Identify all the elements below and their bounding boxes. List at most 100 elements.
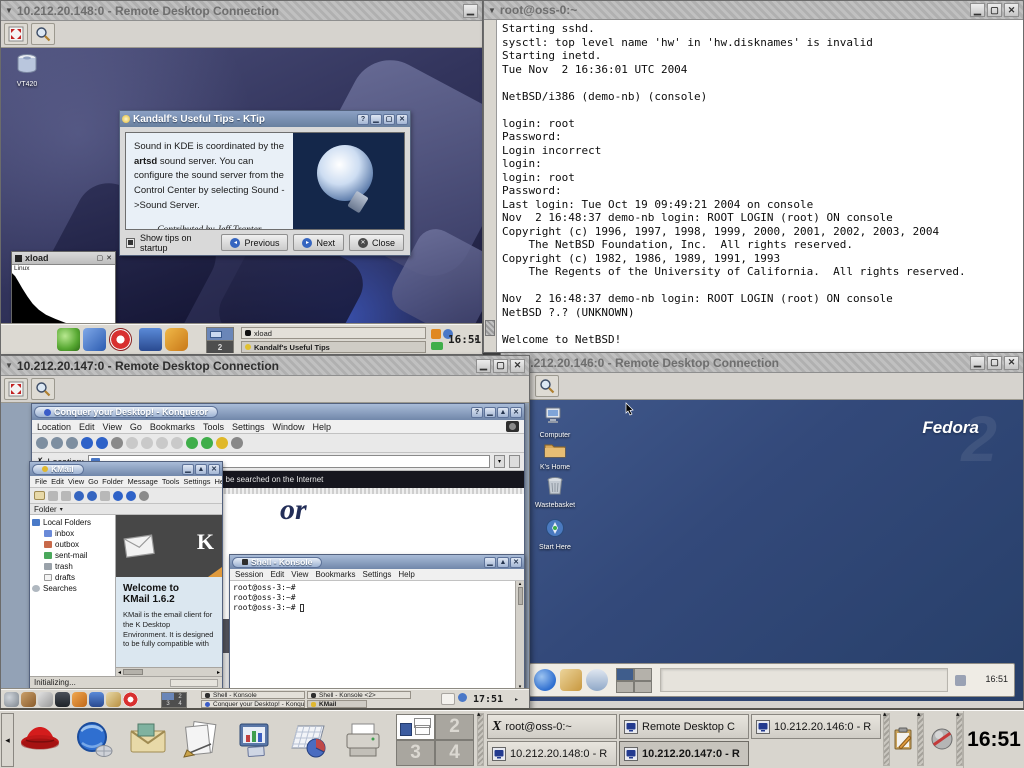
download-icon[interactable] bbox=[165, 328, 188, 351]
back-icon[interactable] bbox=[36, 437, 48, 449]
next-button[interactable]: ▸Next bbox=[293, 234, 344, 251]
close-button[interactable]: ✕ bbox=[1004, 356, 1019, 370]
pager-workspace-active[interactable] bbox=[207, 328, 233, 341]
desktop-icon-start-here[interactable]: Start Here bbox=[527, 518, 583, 551]
minimize-button[interactable]: ▁ bbox=[484, 407, 496, 418]
window-menu-icon[interactable]: ▼ bbox=[5, 361, 13, 370]
menu-item[interactable]: Window bbox=[272, 422, 304, 432]
home-icon[interactable] bbox=[83, 328, 106, 351]
maximize-button[interactable]: ▢ bbox=[97, 254, 104, 262]
workspace[interactable] bbox=[634, 681, 652, 694]
help-lifering-icon[interactable] bbox=[123, 692, 138, 707]
terminal-content[interactable]: Starting sshd. sysctl: top level name 'h… bbox=[484, 20, 1023, 352]
tray-icon-network[interactable] bbox=[458, 693, 467, 702]
task-button-147-active[interactable]: 10.212.20.147:0 - R bbox=[619, 741, 749, 766]
minimize-button[interactable]: ▁ bbox=[463, 4, 478, 18]
workspace-4[interactable]: 4 bbox=[435, 740, 474, 766]
paste-icon[interactable] bbox=[156, 437, 168, 449]
new-mail-icon[interactable] bbox=[34, 491, 45, 500]
task-button-148[interactable]: 10.212.20.148:0 - R bbox=[487, 741, 617, 766]
help-lifering-icon[interactable] bbox=[109, 328, 132, 351]
notes-applet[interactable] bbox=[893, 727, 913, 756]
workspace-2[interactable]: 2 bbox=[435, 714, 474, 740]
menu-item[interactable]: Help bbox=[215, 477, 223, 486]
pager-workspace-2[interactable]: 2 bbox=[174, 693, 186, 700]
konsole-scrollbar[interactable]: ▴ ▾ bbox=[515, 581, 524, 690]
word-processor-launcher[interactable] bbox=[176, 715, 228, 765]
titlebar-terminal[interactable]: ▼ root@oss-0:~ ▁ ▢ ✕ bbox=[484, 1, 1023, 20]
find-icon[interactable] bbox=[231, 437, 243, 449]
menu-item[interactable]: Help bbox=[313, 422, 332, 432]
email-launcher[interactable] bbox=[122, 715, 174, 765]
show-tips-checkbox[interactable] bbox=[126, 238, 135, 248]
task-button-146[interactable]: 10.212.20.146:0 - R bbox=[751, 714, 881, 739]
close-tip-button[interactable]: ✕Close bbox=[349, 234, 404, 251]
menu-item[interactable]: Go bbox=[130, 422, 142, 432]
pager-workspace-4[interactable]: 4 bbox=[174, 700, 186, 707]
maximize-button[interactable]: ▲ bbox=[195, 464, 207, 475]
scrollbar-thumb[interactable] bbox=[123, 669, 143, 675]
kmail-hscrollbar[interactable]: ◂ ▸ bbox=[116, 667, 222, 676]
xload-titlebar[interactable]: xload ▢ ✕ bbox=[12, 252, 115, 265]
cut-icon[interactable] bbox=[126, 437, 138, 449]
close-button[interactable]: ✕ bbox=[1004, 3, 1019, 17]
konsole-title-pill[interactable]: Shell - Konsole bbox=[232, 557, 322, 568]
reload-icon[interactable] bbox=[96, 437, 108, 449]
workspace[interactable] bbox=[616, 681, 634, 694]
close-button[interactable]: ✕ bbox=[510, 359, 525, 373]
desktop-icon-home[interactable]: K's Home bbox=[527, 442, 583, 471]
menu-item[interactable]: Tools bbox=[203, 422, 224, 432]
panel-expand-arrow[interactable]: ▸ bbox=[475, 335, 479, 343]
panel-clock[interactable]: 16:51 bbox=[985, 674, 1008, 684]
titlebar-rdc-146[interactable]: ▼ 10.212.20.146:0 - Remote Desktop Conne… bbox=[501, 353, 1023, 373]
workspace-pager[interactable]: 2 3 4 bbox=[161, 692, 187, 708]
folder-item-drafts[interactable]: drafts bbox=[32, 572, 115, 583]
folder-column-header[interactable]: Folder▾ bbox=[30, 504, 222, 515]
check-mail-all-icon[interactable] bbox=[87, 491, 97, 501]
folder-item-local[interactable]: Local Folders bbox=[32, 517, 115, 528]
reply-icon[interactable] bbox=[100, 491, 110, 501]
menu-item[interactable]: Edit bbox=[51, 477, 64, 486]
previous-message-icon[interactable] bbox=[113, 491, 123, 501]
stop-icon[interactable] bbox=[111, 437, 123, 449]
zoom-button[interactable] bbox=[31, 378, 55, 400]
previous-button[interactable]: ◂Previous bbox=[221, 234, 288, 251]
minimize-button[interactable]: ▁ bbox=[970, 3, 985, 17]
task-button-rdc[interactable]: Remote Desktop C bbox=[619, 714, 749, 739]
window-list-area[interactable] bbox=[660, 668, 948, 692]
maximize-button[interactable]: ▢ bbox=[987, 3, 1002, 17]
zoom-button[interactable] bbox=[31, 23, 55, 45]
find-icon[interactable] bbox=[139, 491, 149, 501]
minimize-button[interactable]: ▁ bbox=[484, 557, 496, 568]
fullscreen-button[interactable] bbox=[4, 23, 28, 45]
help-button[interactable]: ? bbox=[357, 114, 369, 125]
close-button[interactable]: ✕ bbox=[106, 254, 112, 262]
applet-handle[interactable] bbox=[883, 713, 890, 766]
window-menu-icon[interactable]: ▼ bbox=[5, 6, 13, 15]
panel-hide-button[interactable]: ◂ bbox=[1, 713, 14, 767]
maximize-button[interactable]: ▢ bbox=[383, 114, 395, 125]
folder-item-trash[interactable]: trash bbox=[32, 561, 115, 572]
menu-item[interactable]: View bbox=[103, 422, 122, 432]
maximize-button[interactable]: ▲ bbox=[497, 407, 509, 418]
menu-item[interactable]: Tools bbox=[162, 477, 180, 486]
print-manager-launcher[interactable] bbox=[338, 715, 390, 765]
tray-icon-klipper[interactable] bbox=[431, 329, 441, 339]
task-button-xload[interactable]: xload bbox=[241, 327, 426, 339]
folder-item-outbox[interactable]: outbox bbox=[32, 539, 115, 550]
workspace-3[interactable]: 3 bbox=[396, 740, 435, 766]
scroll-right-arrow[interactable]: ▸ bbox=[215, 669, 222, 676]
menu-item[interactable]: Folder bbox=[102, 477, 123, 486]
workspace-switcher[interactable] bbox=[616, 668, 652, 693]
minimize-button[interactable]: ▁ bbox=[476, 359, 491, 373]
tray-icon-status[interactable] bbox=[431, 342, 443, 350]
fullscreen-button[interactable] bbox=[4, 378, 28, 400]
clock-applet[interactable]: 16:51 bbox=[963, 711, 1024, 768]
zoom-in-icon[interactable] bbox=[186, 437, 198, 449]
menu-item[interactable]: File bbox=[35, 477, 47, 486]
home-icon[interactable] bbox=[72, 692, 87, 707]
web-browser-launcher[interactable] bbox=[68, 715, 120, 765]
menu-item[interactable]: Bookmarks bbox=[315, 570, 355, 579]
tray-icon[interactable] bbox=[441, 693, 455, 705]
konqueror-title-pill[interactable]: Conquer your Desktop! - Konqueror bbox=[34, 406, 218, 418]
